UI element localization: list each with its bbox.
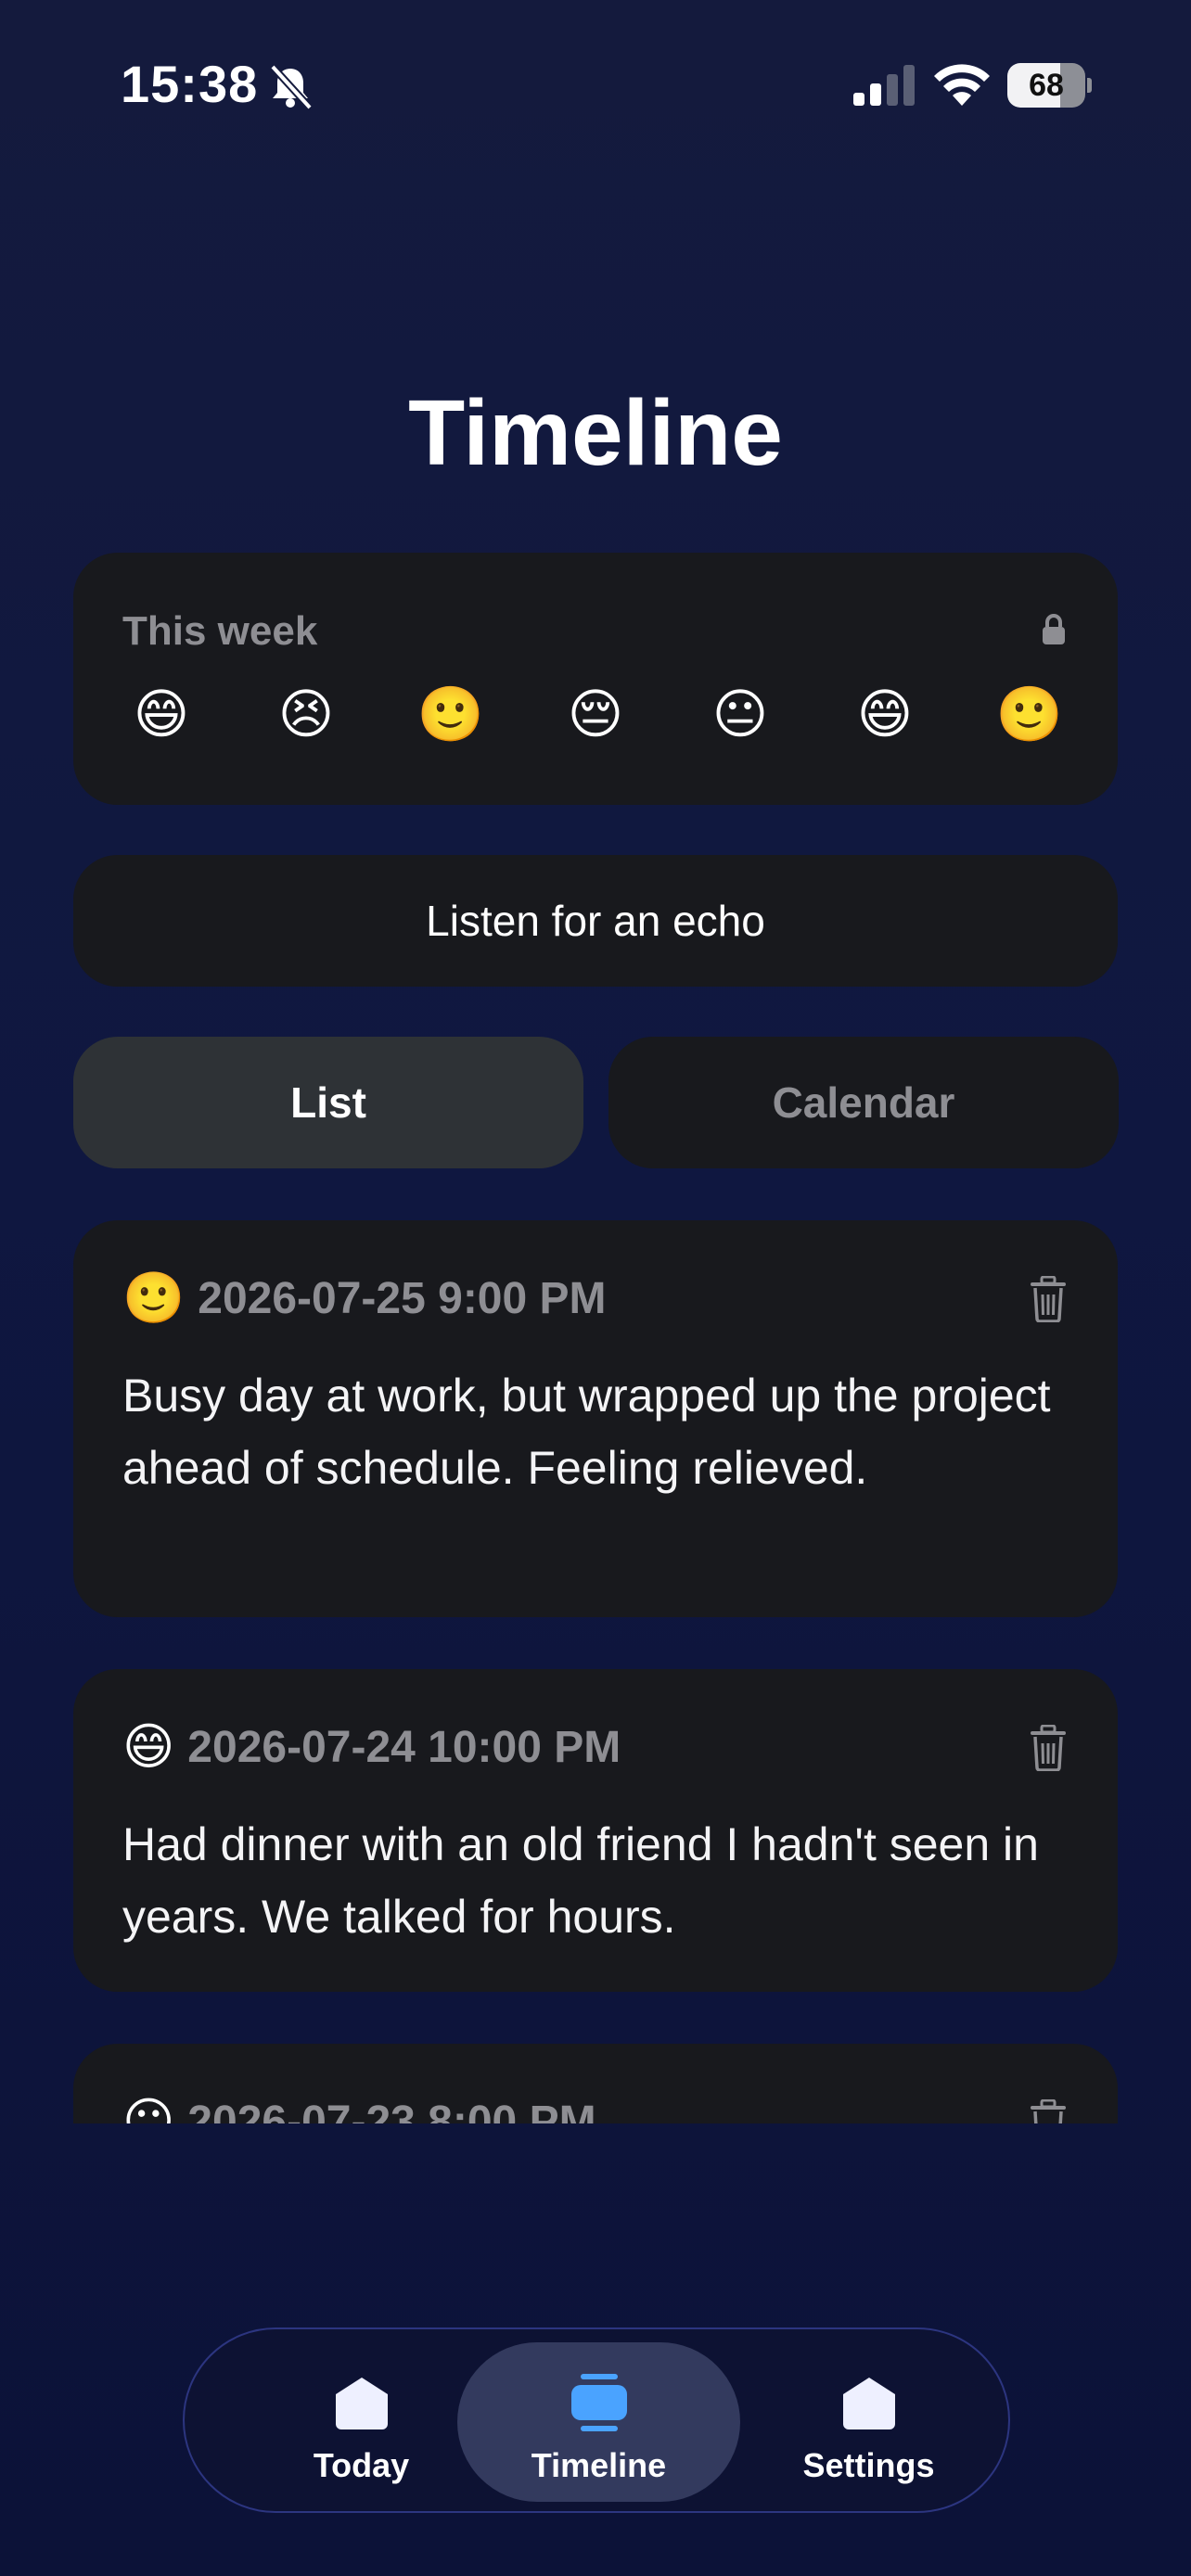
entry-date: 2026-07-23 8:00 PM	[187, 2097, 596, 2124]
mood-day-7[interactable]: 🙂	[992, 682, 1067, 747]
battery-indicator: 68	[1007, 63, 1092, 108]
page-title: Timeline	[408, 381, 783, 485]
list-item[interactable]: 🙂 2026-07-25 9:00 PM Busy day at work, b…	[73, 1220, 1118, 1617]
listen-echo-button[interactable]: Listen for an echo	[73, 855, 1118, 987]
tab-list-view[interactable]: List	[73, 1037, 583, 1168]
entries-list[interactable]: 🙂 2026-07-25 9:00 PM Busy day at work, b…	[0, 1205, 1191, 2123]
cellular-signal-icon	[853, 65, 915, 106]
week-mood-card: This week 😄 😣 🙂 😔 😐 😄 🙂	[73, 553, 1118, 805]
tab-timeline[interactable]: Timeline	[457, 2342, 740, 2502]
mood-day-1[interactable]: 😄	[124, 682, 198, 747]
tab-timeline-label: Timeline	[531, 2446, 667, 2484]
trash-icon[interactable]	[1029, 1276, 1068, 1322]
timeline-stack-icon	[570, 2374, 627, 2431]
entry-text: Had dinner with an old friend I hadn't s…	[122, 1818, 1039, 1943]
mood-day-4[interactable]: 😔	[558, 682, 633, 747]
tab-settings[interactable]: Settings	[727, 2342, 1010, 2502]
week-mood-row: 😄 😣 🙂 😔 😐 😄 🙂	[106, 682, 1085, 747]
trash-icon[interactable]	[1029, 1725, 1068, 1771]
mood-day-6[interactable]: 😄	[848, 682, 922, 747]
entry-mood-emoji: 😄	[122, 1719, 175, 1775]
tab-calendar-view[interactable]: Calendar	[608, 1037, 1119, 1168]
trash-icon[interactable]	[1029, 2099, 1068, 2123]
mood-day-2[interactable]: 😣	[269, 682, 343, 747]
entry-mood-emoji: 😐	[122, 2094, 175, 2123]
bell-slash-icon	[270, 64, 313, 109]
status-time: 15:38	[121, 55, 259, 113]
entry-date: 2026-07-25 9:00 PM	[198, 1273, 607, 1323]
tab-settings-label: Settings	[802, 2446, 935, 2484]
lock-icon	[1043, 614, 1065, 644]
tab-bar: Today Timeline Settings	[183, 2327, 1010, 2513]
entry-text: Busy day at work, but wrapped up the pro…	[122, 1370, 1051, 1494]
entry-mood-emoji: 🙂	[122, 1270, 186, 1326]
week-label: This week	[122, 608, 318, 654]
list-item[interactable]: 😄 2026-07-24 10:00 PM Had dinner with an…	[73, 1669, 1118, 1992]
status-bar: 15:38 68	[0, 0, 1191, 167]
wifi-icon	[934, 64, 990, 106]
list-item[interactable]: 😐 2026-07-23 8:00 PM	[73, 2044, 1118, 2123]
mood-day-5[interactable]: 😐	[703, 682, 777, 747]
battery-percent: 68	[1029, 68, 1064, 103]
house-icon	[842, 2378, 895, 2429]
entry-date: 2026-07-24 10:00 PM	[187, 1722, 621, 1772]
mood-day-3[interactable]: 🙂	[414, 682, 488, 747]
house-icon	[335, 2378, 388, 2429]
